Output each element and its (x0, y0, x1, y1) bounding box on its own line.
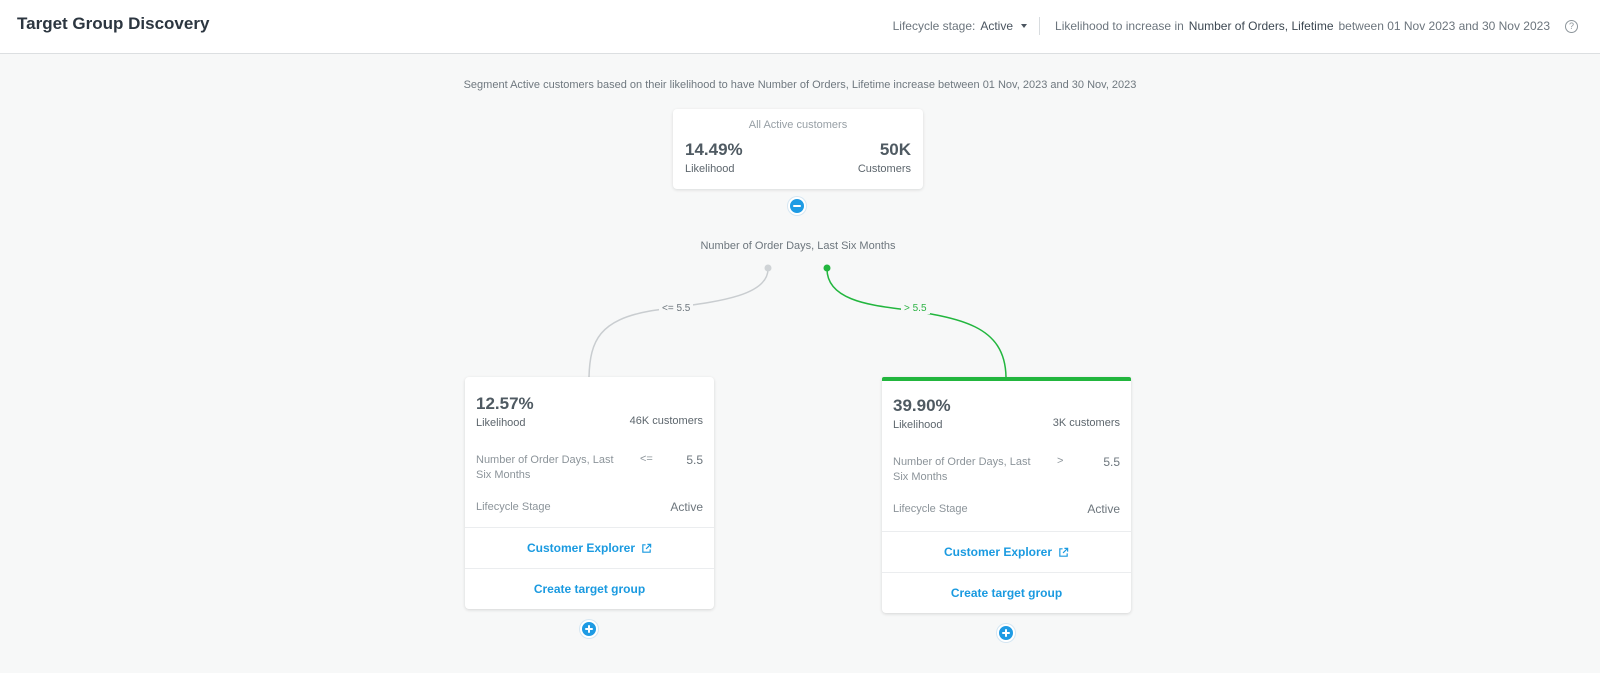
segment-card-left[interactable]: 12.57% Likelihood 46K customers Number o… (465, 377, 714, 609)
segment-condition: Number of Order Days, Last Six Months > … (893, 455, 1120, 487)
customer-explorer-label[interactable]: Customer Explorer (527, 541, 635, 555)
lifecycle-value: Active (1087, 502, 1120, 516)
root-node-card[interactable]: All Active customers 14.49% Likelihood 5… (673, 109, 923, 189)
root-customers-label: Customers (857, 163, 911, 175)
condition-value: 5.5 (686, 453, 703, 467)
segment-description: Segment Active customers based on their … (463, 79, 1137, 91)
edge-right-label: > 5.5 (901, 303, 930, 314)
plus-icon-vertical (587, 625, 591, 633)
collapse-root-button[interactable] (788, 197, 806, 215)
target-metric: Number of Orders, Lifetime (1188, 19, 1334, 33)
segment-likelihood-value: 12.57% (476, 394, 534, 413)
plus-icon-vertical (1004, 629, 1008, 637)
top-header: Target Group Discovery Lifecycle stage: … (0, 0, 1600, 54)
header-filters: Lifecycle stage: Active Likelihood to in… (893, 16, 1578, 36)
minus-icon (793, 204, 801, 208)
condition-operator: > (1057, 455, 1064, 467)
lifecycle-stage-dropdown[interactable]: Active (980, 19, 1028, 33)
tree-links (588, 264, 1007, 378)
customer-explorer-link[interactable]: Customer Explorer (882, 531, 1131, 572)
lifecycle-label: Lifecycle Stage (893, 503, 968, 515)
likelihood-prefix: Likelihood to increase in (1055, 19, 1184, 33)
lifecycle-label: Lifecycle Stage (476, 501, 551, 513)
caret-down-icon[interactable] (1021, 24, 1028, 28)
segment-lifecycle: Lifecycle Stage Active (893, 502, 1120, 516)
root-node-title: All Active customers (748, 119, 848, 131)
external-link-icon (642, 543, 652, 553)
edge-left-anchor (764, 264, 772, 272)
segment-condition: Number of Order Days, Last Six Months <=… (476, 453, 703, 485)
segment-customer-count: 3K customers (1052, 417, 1120, 429)
external-link-icon (1059, 547, 1069, 557)
create-target-group-button[interactable]: Create target group (882, 572, 1131, 613)
segment-likelihood-label: Likelihood (893, 419, 943, 431)
condition-feature: Number of Order Days, Last Six Months (893, 456, 1031, 483)
lifecycle-stage-label: Lifecycle stage: (892, 19, 976, 33)
page-title: Target Group Discovery (17, 14, 210, 33)
lifecycle-stage-value[interactable]: Active (980, 19, 1013, 33)
edge-left-label: <= 5.5 (659, 303, 694, 314)
expand-right-button[interactable] (997, 624, 1015, 642)
lifecycle-value: Active (670, 500, 703, 514)
edge-right-anchor (823, 264, 831, 272)
expand-left-button[interactable] (580, 620, 598, 638)
root-likelihood-value: 14.49% (685, 140, 743, 159)
create-target-group-button[interactable]: Create target group (465, 568, 714, 609)
condition-feature: Number of Order Days, Last Six Months (476, 454, 614, 481)
split-feature-label: Number of Order Days, Last Six Months (700, 240, 896, 252)
root-customers-value: 50K (879, 140, 911, 159)
segment-card-right[interactable]: 39.90% Likelihood 3K customers Number of… (882, 377, 1131, 613)
header-divider (1039, 17, 1041, 35)
customer-explorer-link[interactable]: Customer Explorer (465, 527, 714, 568)
segment-lifecycle: Lifecycle Stage Active (476, 500, 703, 514)
segment-likelihood-label: Likelihood (476, 417, 526, 429)
customer-explorer-label[interactable]: Customer Explorer (944, 545, 1052, 559)
condition-value: 5.5 (1103, 455, 1120, 469)
segment-likelihood-value: 39.90% (893, 396, 951, 415)
date-range: between 01 Nov 2023 and 30 Nov 2023 (1338, 19, 1551, 33)
edge-right-line (826, 268, 1007, 378)
edge-left-line (588, 268, 769, 378)
root-likelihood-label: Likelihood (685, 163, 735, 175)
help-icon[interactable]: ? (1565, 19, 1578, 33)
segment-customer-count: 46K customers (629, 415, 703, 427)
condition-operator: <= (640, 453, 653, 465)
